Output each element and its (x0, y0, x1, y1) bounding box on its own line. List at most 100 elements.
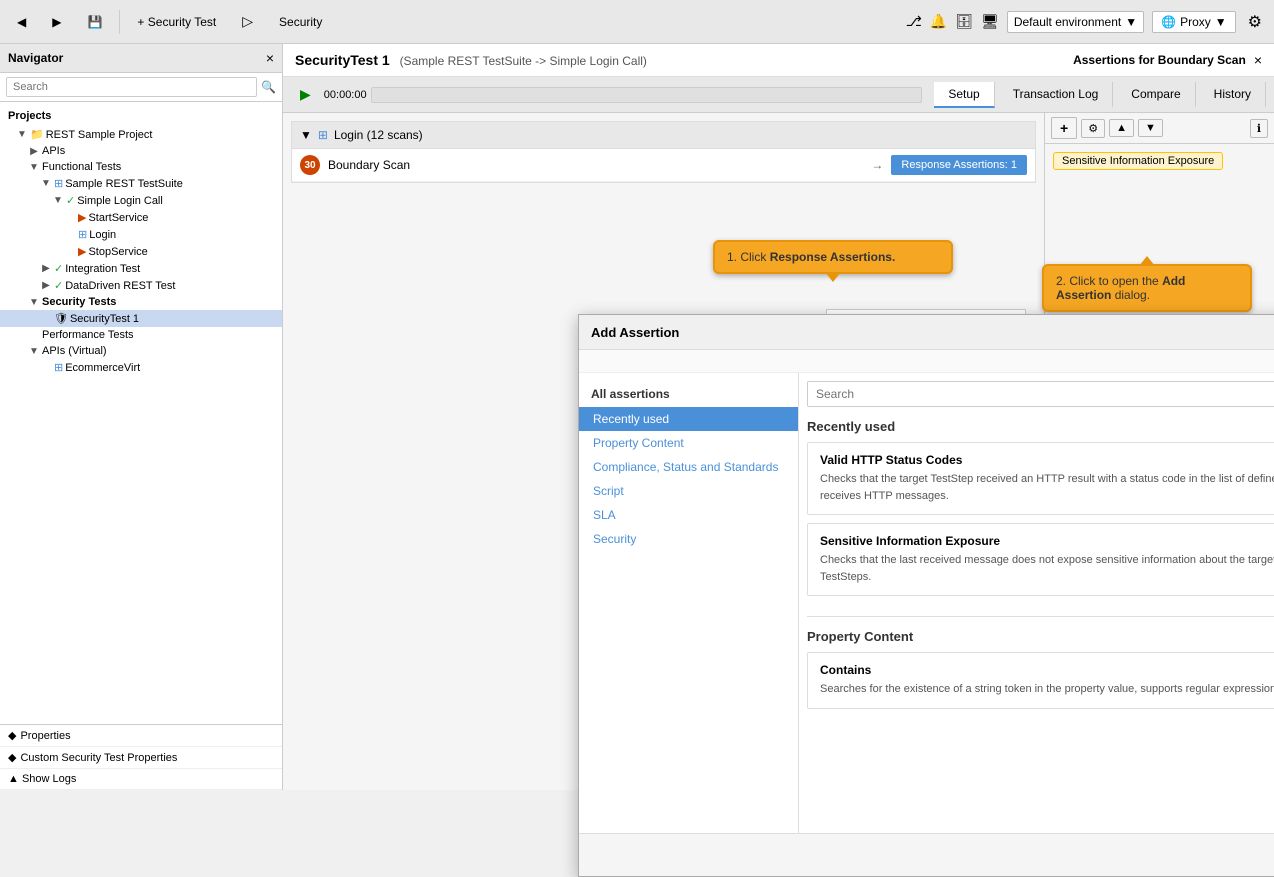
proxy-button[interactable]: 🌐 Proxy ▼ (1152, 11, 1236, 33)
git-icon[interactable]: ⎇ (906, 13, 922, 30)
move-up-btn[interactable]: ▲ (1109, 119, 1134, 137)
nav-bottom-label: Custom Security Test Properties (20, 752, 177, 764)
progress-bar (371, 87, 923, 103)
bell-icon[interactable]: 🔔 (930, 13, 947, 30)
suite-icon: ⊞ (54, 177, 63, 190)
navigator-close-button[interactable]: × (266, 50, 274, 66)
assertions-toolbar: + ⚙ ▲ ▼ ℹ (1045, 113, 1274, 144)
tree-item-simple-login-call[interactable]: ▼ ✓ Simple Login Call (0, 192, 282, 209)
expand-icon: ▼ (16, 129, 28, 140)
assertion-card-contains[interactable]: Contains Searches for the existence of a… (807, 652, 1274, 709)
assertions-panel-title: Assertions for Boundary Scan (1073, 53, 1246, 67)
assertion-category-script[interactable]: Script (579, 479, 798, 503)
assertion-title: Sensitive Information Exposure (820, 534, 1274, 548)
group-label: Login (12 scans) (334, 128, 423, 142)
tree-item-sample-rest-testsuite[interactable]: ▼ ⊞ Sample REST TestSuite (0, 175, 282, 192)
play-button[interactable]: ▶ (291, 81, 320, 108)
tree-label: APIs (Virtual) (42, 345, 107, 357)
check-icon: ✓ (54, 262, 63, 275)
config-btn[interactable]: ⚙ (1081, 119, 1105, 138)
properties-item[interactable]: ◆ Properties (0, 725, 282, 747)
section-divider (807, 616, 1274, 617)
tree-item-integration-test[interactable]: ▶ ✓ Integration Test (0, 260, 282, 277)
tab-history[interactable]: History (1200, 82, 1266, 108)
show-logs-item[interactable]: ▲ Show Logs (0, 769, 282, 790)
response-assertions-button[interactable]: Response Assertions: 1 (891, 155, 1027, 175)
move-down-btn[interactable]: ▼ (1138, 119, 1163, 137)
modal-right-panel: 🔍 Recently used Valid HTTP Status Codes … (799, 373, 1274, 833)
arrow-icon: → (871, 158, 883, 172)
tab-compare[interactable]: Compare (1117, 82, 1195, 108)
forward-button[interactable]: ▶ (43, 10, 70, 34)
send-button[interactable]: ▷ (233, 8, 262, 35)
scan-name: Boundary Scan (328, 158, 863, 172)
tree-item-rest-sample-project[interactable]: ▼ 📁 REST Sample Project (0, 126, 282, 143)
tree-item-startservice[interactable]: ▶ StartService (0, 209, 282, 226)
add-security-test-button[interactable]: + Security Test (128, 10, 225, 34)
check-icon: ✓ (66, 194, 75, 207)
add-assertion-btn[interactable]: + (1051, 117, 1077, 139)
tree-item-security-tests[interactable]: ▼ Security Tests (0, 294, 282, 310)
proxy-label: Proxy (1180, 15, 1211, 29)
environment-selector[interactable]: Default environment ▼ (1007, 11, 1144, 33)
navigator-title: Navigator (8, 51, 63, 65)
tree-item-functional-tests[interactable]: ▼ Functional Tests (0, 159, 282, 175)
search-icon[interactable]: 🔍 (261, 80, 276, 94)
tree-item-performance-tests[interactable]: Performance Tests (0, 327, 282, 343)
modal-title: Add Assertion (591, 325, 679, 340)
expand-icon: ▶ (28, 146, 40, 157)
page-title: SecurityTest 1 (Sample REST TestSuite ->… (295, 52, 647, 68)
tree-item-ecommercevirt[interactable]: ⊞ EcommerceVirt (0, 359, 282, 376)
assertion-category-recently-used[interactable]: Recently used (579, 407, 798, 431)
assertion-category-compliance[interactable]: Compliance, Status and Standards (579, 455, 798, 479)
modal-left-panel: All assertions Recently used Property Co… (579, 373, 799, 833)
tree-item-stopservice[interactable]: ▶ StopService (0, 243, 282, 260)
page-title-bar: SecurityTest 1 (Sample REST TestSuite ->… (283, 44, 1274, 77)
property-content-section-title: Property Content (807, 629, 1274, 644)
tree-label: Simple Login Call (77, 195, 163, 207)
modal-body: All assertions Recently used Property Co… (579, 373, 1274, 833)
tree-item-datadriven-rest-test[interactable]: ▶ ✓ DataDriven REST Test (0, 277, 282, 294)
assertion-category-security[interactable]: Security (579, 527, 798, 551)
assertion-card-valid-http[interactable]: Valid HTTP Status Codes Checks that the … (807, 442, 1274, 515)
save-button[interactable]: 💾 (78, 10, 111, 34)
security-tab-button[interactable]: Security (270, 10, 331, 34)
tree-item-apis-virtual[interactable]: ▼ APIs (Virtual) (0, 343, 282, 359)
back-button[interactable]: ◀ (8, 10, 35, 34)
env-arrow: ▼ (1125, 15, 1137, 29)
db-icon[interactable]: 🗄 (955, 13, 973, 30)
folder-icon: 📁 (30, 128, 44, 141)
assertion-category-sla[interactable]: SLA (579, 503, 798, 527)
assertions-panel-close-button[interactable]: × (1254, 52, 1262, 68)
tree-label: Functional Tests (42, 161, 121, 173)
expand-icon: ▼ (52, 195, 64, 206)
tree-item-apis[interactable]: ▶ APIs (0, 143, 282, 159)
custom-security-properties-item[interactable]: ◆ Custom Security Test Properties (0, 747, 282, 769)
info-btn[interactable]: ℹ (1250, 119, 1268, 138)
tree-item-login[interactable]: ⊞ Login (0, 226, 282, 243)
top-toolbar: ◀ ▶ 💾 + Security Test ▷ Security ⎇ 🔔 🗄 🖥… (0, 0, 1274, 44)
settings-button[interactable]: ⚙ (1244, 8, 1266, 36)
tree-label: DataDriven REST Test (65, 280, 175, 292)
modal-left-header: All assertions (579, 381, 798, 407)
assertion-tag[interactable]: Sensitive Information Exposure (1053, 152, 1223, 170)
tab-transaction-log[interactable]: Transaction Log (999, 82, 1114, 108)
tree-label: Integration Test (65, 263, 140, 275)
tree-item-securitytest-1[interactable]: 🛡 SecurityTest 1 (0, 310, 282, 327)
tree-label: StartService (88, 212, 148, 224)
assertion-search-input[interactable] (808, 382, 1274, 406)
navigator-panel: Navigator × 🔍 Projects ▼ 📁 REST Sample P… (0, 44, 283, 790)
callout-arrow-up (1139, 256, 1155, 266)
monitor-icon[interactable]: 🖥 (981, 13, 999, 30)
separator-1 (119, 10, 120, 34)
assertion-category-property-content[interactable]: Property Content (579, 431, 798, 455)
tab-setup[interactable]: Setup (934, 82, 994, 108)
step-icon: ⊞ (78, 228, 87, 241)
expand-icon: ▶ (40, 263, 52, 274)
expand-icon: ▼ (28, 346, 40, 357)
search-input[interactable] (6, 77, 257, 97)
assertion-card-sensitive-info[interactable]: Sensitive Information Exposure Checks th… (807, 523, 1274, 596)
assertions-list: Sensitive Information Exposure (1045, 144, 1274, 178)
proxy-arrow: ▼ (1215, 15, 1227, 29)
virt-icon: ⊞ (54, 361, 63, 374)
